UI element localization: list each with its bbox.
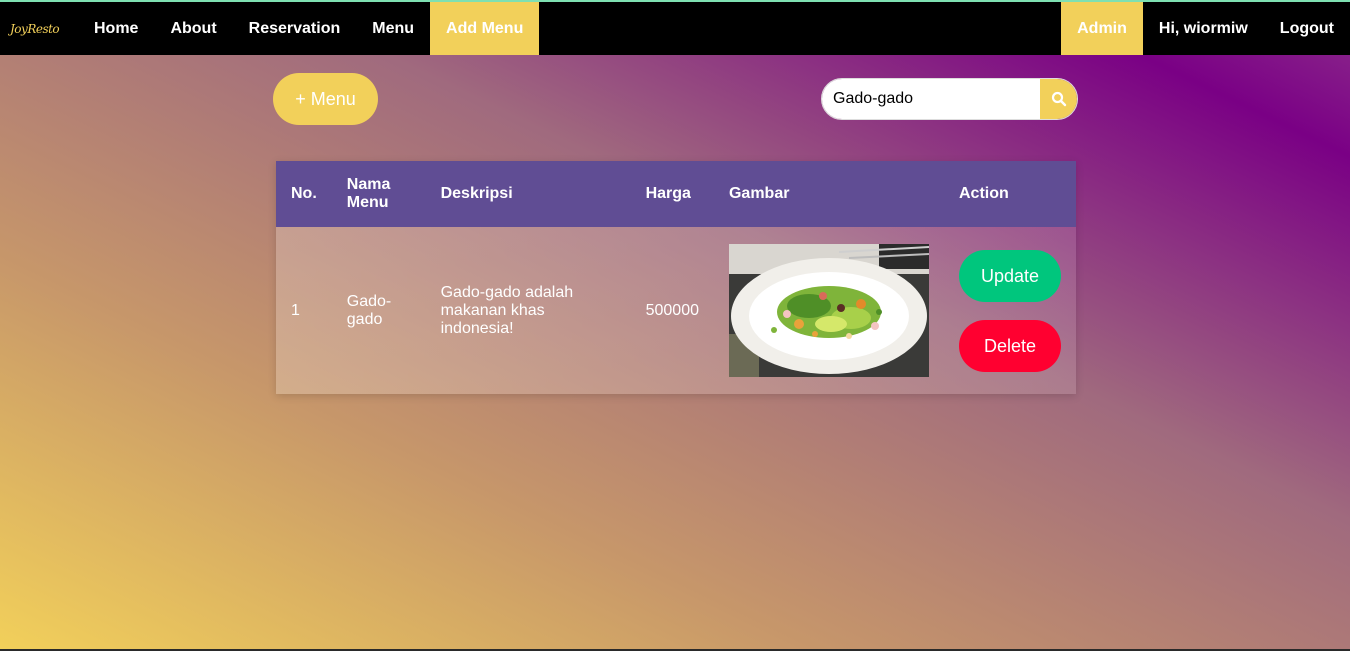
header-no: No. — [291, 185, 317, 202]
nav-admin[interactable]: Admin — [1061, 2, 1143, 55]
cell-deskripsi: Gado-gado adalah makanan khas indonesia! — [440, 283, 574, 337]
nav-menu[interactable]: Menu — [356, 2, 430, 55]
brand-logo[interactable]: JoyResto — [0, 2, 78, 55]
menu-item-image — [728, 244, 929, 377]
nav-reservation[interactable]: Reservation — [233, 2, 357, 55]
nav-left-group: Home About Reservation Menu Add Menu — [78, 2, 540, 55]
header-deskripsi: Deskripsi — [440, 185, 513, 202]
header-harga: Harga — [645, 185, 691, 202]
navbar: JoyResto Home About Reservation Menu Add… — [0, 2, 1350, 55]
cell-no: 1 — [291, 301, 300, 319]
search-button[interactable] — [1040, 79, 1077, 119]
header-nama-menu: Nama Menu — [346, 176, 391, 211]
search-bar — [821, 78, 1078, 120]
nav-logout[interactable]: Logout — [1264, 2, 1350, 55]
nav-home[interactable]: Home — [78, 2, 154, 55]
menu-table: No. Nama Menu Deskripsi Harga Gambar Act… — [276, 161, 1076, 394]
update-button[interactable]: Update — [959, 249, 1061, 302]
menu-table-container: No. Nama Menu Deskripsi Harga Gambar Act… — [276, 161, 1076, 394]
add-menu-button[interactable]: + Menu — [273, 73, 378, 125]
search-icon — [1051, 91, 1066, 107]
table-header-row: No. Nama Menu Deskripsi Harga Gambar Act… — [276, 161, 1076, 227]
header-gambar: Gambar — [728, 185, 790, 202]
nav-about[interactable]: About — [154, 2, 232, 55]
table-row: 1 Gado-gado Gado-gado adalah makanan kha… — [276, 227, 1076, 394]
nav-user-greeting[interactable]: Hi, wiormiw — [1143, 2, 1264, 55]
delete-button[interactable]: Delete — [959, 319, 1061, 372]
cell-action: Update Delete — [944, 227, 1076, 394]
cell-nama: Gado-gado — [346, 292, 392, 328]
action-buttons: Update Delete — [959, 249, 1061, 372]
search-input[interactable] — [822, 79, 1040, 119]
cell-gambar — [714, 227, 944, 394]
cell-harga: 500000 — [645, 301, 699, 319]
nav-add-menu[interactable]: Add Menu — [430, 2, 540, 55]
header-action: Action — [959, 185, 1009, 202]
nav-right-group: Admin Hi, wiormiw Logout — [1061, 2, 1350, 55]
